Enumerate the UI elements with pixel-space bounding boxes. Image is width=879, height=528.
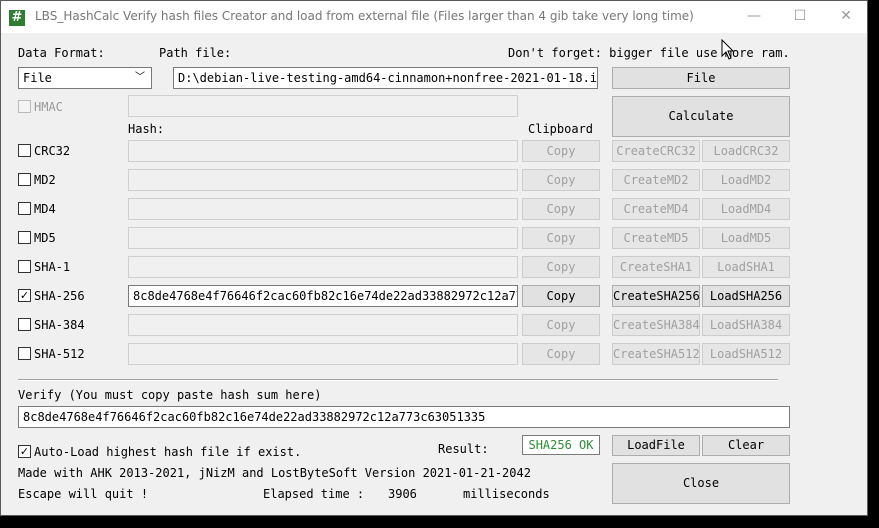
create-crc32-button[interactable]: CreateCRC32 (612, 140, 700, 162)
crc32-label: CRC32 (34, 144, 71, 158)
sha384-hash-field[interactable] (128, 314, 518, 336)
minimize-icon[interactable]: — (731, 1, 777, 33)
md5-hash-field[interactable] (128, 227, 518, 249)
separator (18, 379, 778, 381)
chevron-down-icon: ﹀ (135, 72, 145, 83)
hash-column-label: Hash: (128, 122, 165, 136)
hmac-checkbox[interactable] (18, 100, 31, 113)
sha1-copy-button[interactable]: Copy (522, 256, 600, 278)
path-file-label: Path file: (159, 46, 232, 60)
elapsed-unit: milliseconds (463, 487, 550, 501)
clipboard-column-label: Clipboard (528, 122, 594, 136)
result-value: SHA256 OK (522, 435, 600, 455)
sha256-copy-button[interactable]: Copy (522, 285, 600, 307)
load-md4-button[interactable]: LoadMD4 (702, 198, 790, 220)
escape-note: Escape will quit ! (18, 487, 149, 501)
result-label: Result: (438, 442, 489, 456)
window-title: LBS_HashCalc Verify hash files Creator a… (35, 9, 694, 23)
create-md2-button[interactable]: CreateMD2 (612, 169, 700, 191)
sha256-label: SHA-256 (34, 289, 85, 303)
data-format-label: Data Format: (18, 46, 105, 60)
verify-input[interactable]: 8c8de4768e4f76646f2cac60fb82c16e74de22ad… (18, 406, 790, 428)
close-icon[interactable]: ✕ (823, 1, 867, 33)
hmac-key-input[interactable] (128, 95, 518, 117)
load-crc32-button[interactable]: LoadCRC32 (702, 140, 790, 162)
title-bar[interactable]: # LBS_HashCalc Verify hash files Creator… (1, 1, 867, 33)
ram-note: Don't forget: bigger file use more ram. (508, 46, 790, 60)
load-sha384-button[interactable]: LoadSHA384 (702, 314, 790, 336)
load-sha256-button[interactable]: LoadSHA256 (702, 285, 790, 307)
md5-checkbox[interactable] (18, 231, 31, 244)
sha384-label: SHA-384 (34, 318, 85, 332)
file-button[interactable]: File (612, 67, 790, 89)
mouse-cursor-icon (721, 39, 735, 60)
sha256-hash-field[interactable]: 8c8de4768e4f76646f2cac60fb82c16e74de22ad… (128, 285, 518, 307)
md2-hash-field[interactable] (128, 169, 518, 191)
clear-button[interactable]: Clear (702, 435, 790, 456)
load-sha512-button[interactable]: LoadSHA512 (702, 343, 790, 365)
sha256-checkbox[interactable]: ✓ (18, 289, 31, 302)
sha1-label: SHA-1 (34, 260, 71, 274)
md2-copy-button[interactable]: Copy (522, 169, 600, 191)
sha512-label: SHA-512 (34, 347, 85, 361)
calculate-button[interactable]: Calculate (612, 96, 790, 137)
md4-label: MD4 (34, 202, 56, 216)
md4-copy-button[interactable]: Copy (522, 198, 600, 220)
md2-checkbox[interactable] (18, 173, 31, 186)
sha384-checkbox[interactable] (18, 318, 31, 331)
data-format-value: File (23, 71, 52, 85)
crc32-checkbox[interactable] (18, 144, 31, 157)
elapsed-label: Elapsed time : (263, 487, 365, 501)
create-sha1-button[interactable]: CreateSHA1 (612, 256, 700, 278)
sha512-checkbox[interactable] (18, 347, 31, 360)
sha1-hash-field[interactable] (128, 256, 518, 278)
hmac-label: HMAC (34, 100, 63, 114)
create-md4-button[interactable]: CreateMD4 (612, 198, 700, 220)
create-sha512-button[interactable]: CreateSHA512 (612, 343, 700, 365)
md2-label: MD2 (34, 173, 56, 187)
path-file-input[interactable]: D:\debian-live-testing-amd64-cinnamon+no… (173, 67, 598, 89)
load-md2-button[interactable]: LoadMD2 (702, 169, 790, 191)
autoload-label: Auto-Load highest hash file if exist. (34, 445, 302, 459)
maximize-icon[interactable]: ☐ (777, 1, 823, 33)
create-sha256-button[interactable]: CreateSHA256 (612, 285, 700, 307)
close-button[interactable]: Close (612, 463, 790, 504)
load-md5-button[interactable]: LoadMD5 (702, 227, 790, 249)
sha384-copy-button[interactable]: Copy (522, 314, 600, 336)
app-icon: # (9, 10, 25, 26)
md5-copy-button[interactable]: Copy (522, 227, 600, 249)
elapsed-value: 3906 (388, 487, 417, 501)
sha512-hash-field[interactable] (128, 343, 518, 365)
verify-label: Verify (You must copy paste hash sum her… (18, 388, 322, 402)
load-sha1-button[interactable]: LoadSHA1 (702, 256, 790, 278)
create-sha384-button[interactable]: CreateSHA384 (612, 314, 700, 336)
sha1-checkbox[interactable] (18, 260, 31, 273)
md5-label: MD5 (34, 231, 56, 245)
crc32-copy-button[interactable]: Copy (522, 140, 600, 162)
create-md5-button[interactable]: CreateMD5 (612, 227, 700, 249)
credits-text: Made with AHK 2013-2021, jNizM and LostB… (18, 466, 531, 480)
md4-checkbox[interactable] (18, 202, 31, 215)
loadfile-button[interactable]: LoadFile (612, 435, 700, 456)
crc32-hash-field[interactable] (128, 140, 518, 162)
md4-hash-field[interactable] (128, 198, 518, 220)
app-window: # LBS_HashCalc Verify hash files Creator… (0, 0, 868, 516)
data-format-select[interactable]: File ﹀ (18, 67, 152, 89)
sha512-copy-button[interactable]: Copy (522, 343, 600, 365)
autoload-checkbox[interactable]: ✓ (18, 445, 31, 458)
